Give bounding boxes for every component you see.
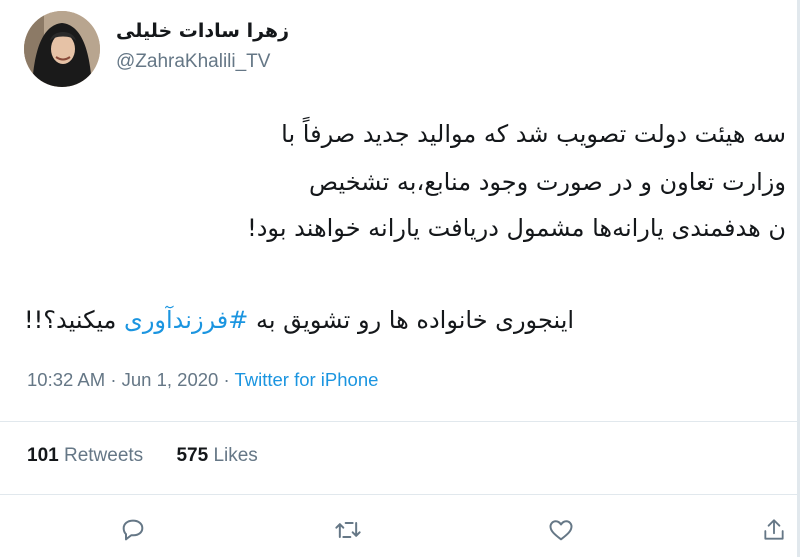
share-button[interactable] — [756, 512, 792, 548]
retweet-icon — [335, 522, 361, 538]
tweet-line-1: سه هیئت دولت تصویب شد که موالید جدید صرف… — [281, 120, 786, 148]
tweet-text: سه هیئت دولت تصویب شد که موالید جدید صرف… — [0, 0, 800, 360]
divider — [0, 421, 800, 422]
reply-icon — [122, 519, 144, 541]
tweet-time[interactable]: 10:32 AM — [27, 369, 105, 390]
tweet-stats: 101 Retweets 575 Likes — [27, 445, 286, 467]
retweet-button[interactable] — [330, 512, 366, 548]
tweet-line-4-after: میکنید؟!! — [24, 306, 125, 334]
retweets-count: 101 — [27, 445, 59, 466]
retweets-stat[interactable]: 101 Retweets — [27, 445, 143, 466]
like-icon — [549, 520, 573, 541]
meta-separator: · — [223, 369, 230, 390]
tweet-source[interactable]: Twitter for iPhone — [234, 369, 378, 390]
retweets-label: Retweets — [63, 445, 144, 466]
hashtag-link[interactable]: #فرزندآوری — [124, 306, 248, 334]
tweet-line-4-before: اینجوری خانواده ها رو تشویق به — [248, 306, 575, 334]
tweet-line-2: وزارت تعاون و در صورت وجود منابع،به تشخی… — [309, 168, 786, 196]
tweet-line-4: اینجوری خانواده ها رو تشویق به #فرزندآور… — [24, 304, 574, 336]
like-button[interactable] — [543, 512, 579, 548]
divider — [0, 494, 800, 495]
share-icon — [764, 519, 784, 540]
meta-separator: · — [110, 369, 117, 390]
tweet-line-3: ن هدفمندی یارانه‌ها مشمول دریافت یارانه … — [247, 214, 786, 242]
reply-button[interactable] — [115, 512, 151, 548]
tweet-date[interactable]: Jun 1, 2020 — [122, 369, 219, 390]
tweet-meta: 10:32 AM · Jun 1, 2020 · Twitter for iPh… — [27, 369, 378, 391]
likes-stat[interactable]: 575 Likes — [176, 445, 257, 466]
likes-count: 575 — [176, 445, 209, 466]
likes-label: Likes — [213, 445, 258, 466]
